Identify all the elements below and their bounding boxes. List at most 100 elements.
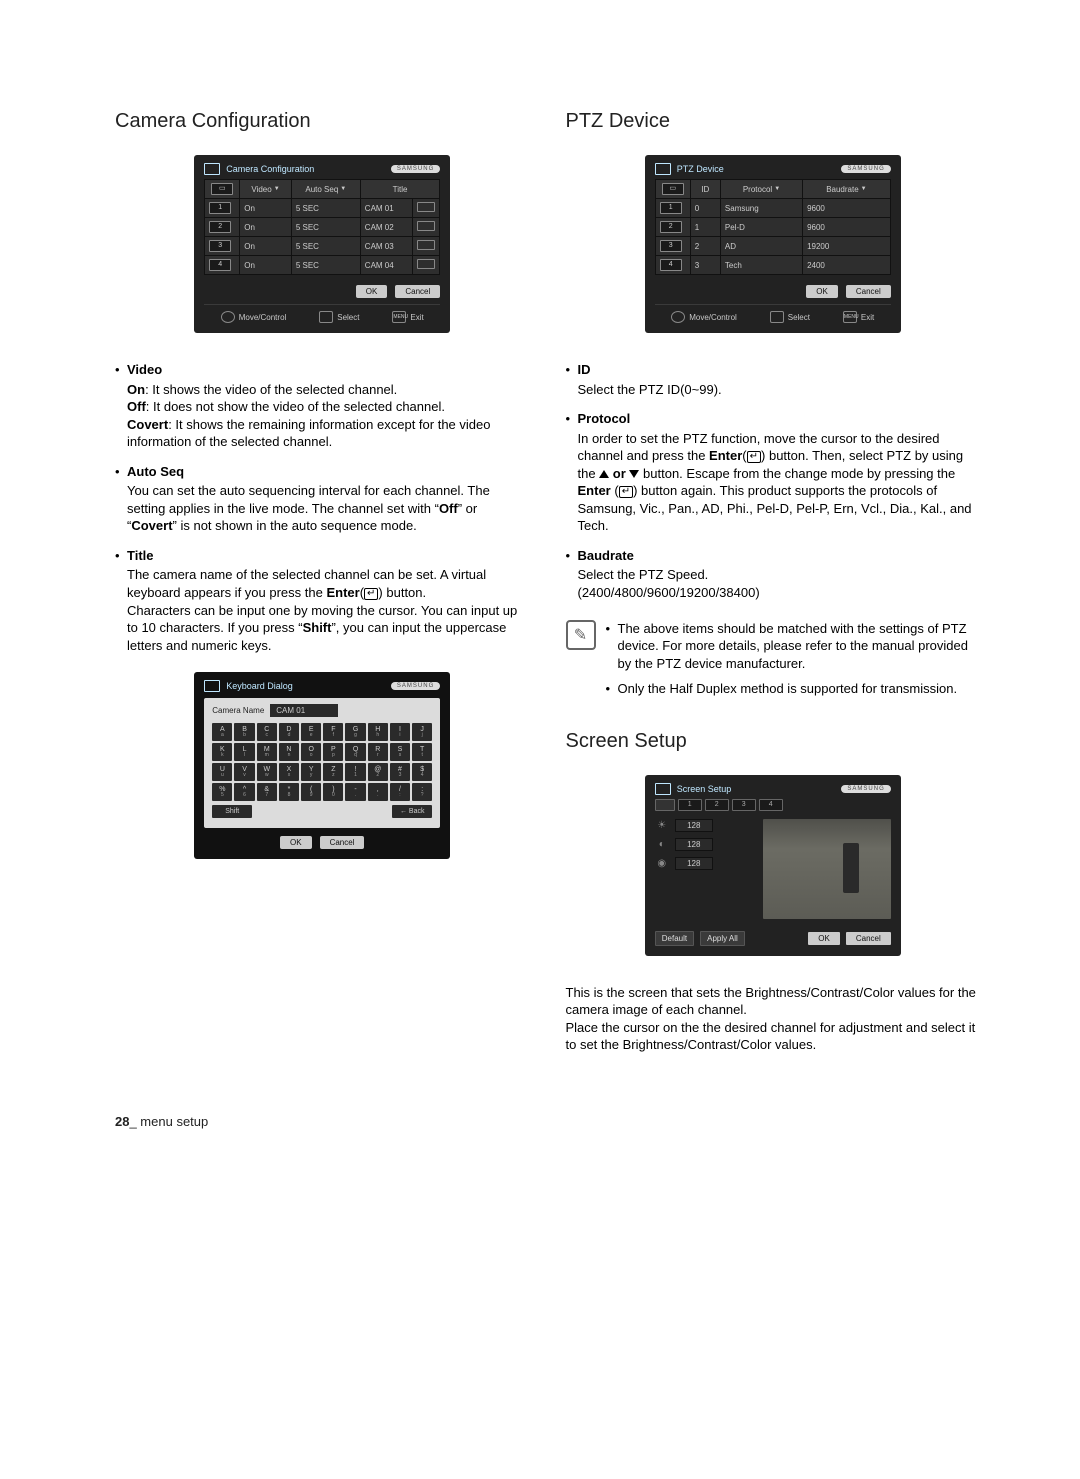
back-key[interactable]: ← Back: [392, 805, 432, 818]
brightness-value[interactable]: 128: [675, 819, 713, 832]
cancel-button[interactable]: Cancel: [395, 285, 440, 298]
table-row[interactable]: 1 On 5 SEC CAM 01: [205, 199, 440, 218]
keyboard-key[interactable]: #3: [390, 763, 410, 781]
default-button[interactable]: Default: [655, 931, 694, 946]
keyboard-key[interactable]: Ll: [234, 743, 254, 761]
keyboard-icon[interactable]: [417, 240, 435, 250]
footer-exit: Exit: [861, 313, 874, 322]
screen-setup-title: Screen Setup: [566, 730, 981, 753]
keyboard-key[interactable]: ,.: [368, 783, 388, 801]
tab-ch1[interactable]: 1: [678, 799, 702, 811]
keyboard-key[interactable]: Zz: [323, 763, 343, 781]
col-protocol[interactable]: Protocol▼: [720, 180, 802, 199]
keyboard-key[interactable]: Ee: [301, 723, 321, 741]
table-row[interactable]: 4 3 Tech 2400: [655, 256, 890, 275]
keyboard-key[interactable]: ^6: [234, 783, 254, 801]
color-value[interactable]: 128: [675, 857, 713, 870]
table-row[interactable]: 2 On 5 SEC CAM 02: [205, 218, 440, 237]
keyboard-key[interactable]: Cc: [257, 723, 277, 741]
table-row[interactable]: 1 0 Samsung 9600: [655, 199, 890, 218]
color-icon: ◉: [655, 857, 669, 869]
camera-icon: [655, 799, 675, 811]
keyboard-key[interactable]: Kk: [212, 743, 232, 761]
keyboard-key[interactable]: !1: [345, 763, 365, 781]
camera-config-title: Camera Configuration: [115, 110, 530, 133]
keyboard-key[interactable]: Mm: [257, 743, 277, 761]
keyboard-key[interactable]: Gg: [345, 723, 365, 741]
enter-icon: [770, 311, 784, 323]
keyboard-key[interactable]: Dd: [279, 723, 299, 741]
keyboard-key[interactable]: Bb: [234, 723, 254, 741]
keyboard-key[interactable]: &7: [257, 783, 277, 801]
note-icon: ✎: [566, 620, 596, 650]
ok-button[interactable]: OK: [808, 932, 840, 945]
keyboard-key[interactable]: Oo: [301, 743, 321, 761]
keyboard-key[interactable]: @2: [368, 763, 388, 781]
contrast-value[interactable]: 128: [675, 838, 713, 851]
keyboard-key[interactable]: Pp: [323, 743, 343, 761]
cancel-button[interactable]: Cancel: [846, 932, 891, 945]
col-video[interactable]: Video▼: [240, 180, 292, 199]
cancel-button[interactable]: Cancel: [320, 836, 365, 849]
panel-title: Camera Configuration: [226, 164, 314, 174]
keyboard-key[interactable]: Ii: [390, 723, 410, 741]
keyboard-key[interactable]: Yy: [301, 763, 321, 781]
cancel-button[interactable]: Cancel: [846, 285, 891, 298]
table-row[interactable]: 3 2 AD 19200: [655, 237, 890, 256]
joystick-icon: [221, 311, 235, 323]
tab-ch2[interactable]: 2: [705, 799, 729, 811]
ok-button[interactable]: OK: [806, 285, 838, 298]
table-row[interactable]: 2 1 Pel-D 9600: [655, 218, 890, 237]
keyboard-key[interactable]: /:: [390, 783, 410, 801]
baudrate-item: Baudrate Select the PTZ Speed. (2400/480…: [566, 547, 981, 602]
autoseq-item: Auto Seq You can set the auto sequencing…: [115, 463, 530, 535]
table-row[interactable]: 3 On 5 SEC CAM 03: [205, 237, 440, 256]
enter-key-icon: ↵: [619, 486, 633, 498]
camera-name-field[interactable]: CAM 01: [270, 704, 338, 717]
keyboard-key[interactable]: Jj: [412, 723, 432, 741]
keyboard-icon[interactable]: [417, 259, 435, 269]
table-row[interactable]: 4 On 5 SEC CAM 04: [205, 256, 440, 275]
keyboard-icon[interactable]: [417, 202, 435, 212]
col-autoseq[interactable]: Auto Seq▼: [291, 180, 360, 199]
keyboard-key[interactable]: -.: [345, 783, 365, 801]
col-title: Title: [360, 180, 439, 199]
tab-ch3[interactable]: 3: [732, 799, 756, 811]
keyboard-key[interactable]: (9: [301, 783, 321, 801]
keyboard-key[interactable]: Ss: [390, 743, 410, 761]
keyboard-key[interactable]: Tt: [412, 743, 432, 761]
ok-button[interactable]: OK: [356, 285, 388, 298]
keyboard-key[interactable]: %5: [212, 783, 232, 801]
keyboard-key[interactable]: Vv: [234, 763, 254, 781]
keyboard-key[interactable]: Qq: [345, 743, 365, 761]
panel-title: Keyboard Dialog: [226, 681, 293, 691]
camera-icon: ▭: [662, 183, 684, 195]
keyboard-key[interactable]: *8: [279, 783, 299, 801]
keyboard-icon[interactable]: [417, 221, 435, 231]
window-icon: [204, 163, 220, 175]
keyboard-key[interactable]: Nn: [279, 743, 299, 761]
footer-exit: Exit: [410, 313, 423, 322]
col-baud[interactable]: Baudrate▼: [803, 180, 891, 199]
tab-ch4[interactable]: 4: [759, 799, 783, 811]
applyall-button[interactable]: Apply All: [700, 931, 745, 946]
keyboard-key[interactable]: Xx: [279, 763, 299, 781]
arrow-down-icon: [629, 470, 639, 478]
menu-icon: MENU: [392, 311, 406, 323]
keyboard-key[interactable]: Aa: [212, 723, 232, 741]
keyboard-key[interactable]: )0: [323, 783, 343, 801]
keyboard-key[interactable]: Ff: [323, 723, 343, 741]
keyboard-key[interactable]: Ww: [257, 763, 277, 781]
camera-config-panel: Camera Configuration SAMSUNG ▭ Video▼ Au…: [194, 155, 450, 333]
ok-button[interactable]: OK: [280, 836, 312, 849]
panel-title: Screen Setup: [677, 784, 732, 794]
footer-move: Move/Control: [689, 313, 737, 322]
keyboard-key[interactable]: Rr: [368, 743, 388, 761]
keyboard-key[interactable]: $4: [412, 763, 432, 781]
keyboard-key[interactable]: Uu: [212, 763, 232, 781]
arrow-up-icon: [599, 470, 609, 478]
keyboard-key[interactable]: Hh: [368, 723, 388, 741]
keyboard-key[interactable]: :?: [412, 783, 432, 801]
joystick-icon: [671, 311, 685, 323]
shift-key[interactable]: Shift: [212, 805, 252, 818]
